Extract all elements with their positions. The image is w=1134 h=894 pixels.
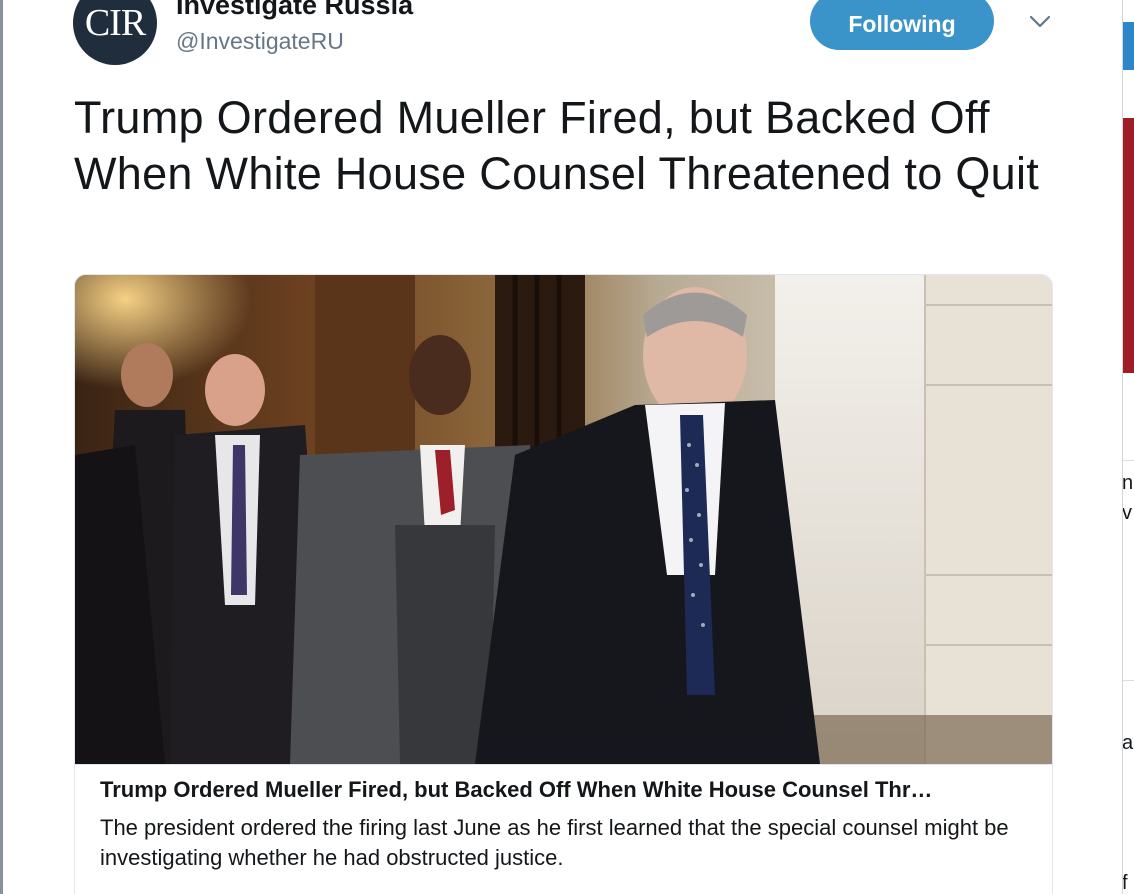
background-blue-strip <box>1123 22 1134 70</box>
background-page-left-edge <box>0 0 3 894</box>
following-button[interactable]: Following <box>810 0 994 50</box>
display-name[interactable]: Investigate Russia <box>176 0 413 21</box>
background-page-right-edge: n v a f <box>1122 0 1134 894</box>
chevron-down-icon[interactable] <box>1026 10 1054 32</box>
card-description: The president ordered the firing last Ju… <box>100 815 1009 870</box>
background-red-strip <box>1123 118 1134 373</box>
background-divider <box>1123 460 1134 461</box>
card-photo <box>75 275 1052 764</box>
following-button-label: Following <box>848 10 956 37</box>
card-title[interactable]: Trump Ordered Mueller Fired, but Backed … <box>100 777 1030 803</box>
avatar[interactable]: CIR <box>73 0 157 65</box>
card-text-area[interactable]: Trump Ordered Mueller Fired, but Backed … <box>75 764 1052 870</box>
tweet-text: Trump Ordered Mueller Fired, but Backed … <box>74 92 1040 199</box>
background-divider <box>1123 680 1134 681</box>
background-text-fragment: v <box>1122 502 1132 524</box>
background-text-fragment: n <box>1122 472 1134 494</box>
avatar-text: CIR <box>84 2 146 44</box>
user-handle[interactable]: @InvestigateRU <box>176 28 344 55</box>
background-text-fragment: a <box>1122 732 1134 754</box>
link-preview-card[interactable]: Trump Ordered Mueller Fired, but Backed … <box>74 274 1053 894</box>
tweet-detail-view: n v a f CIR Investigate Russia @Investig… <box>0 0 1134 894</box>
background-text-fragment: f <box>1122 872 1128 894</box>
